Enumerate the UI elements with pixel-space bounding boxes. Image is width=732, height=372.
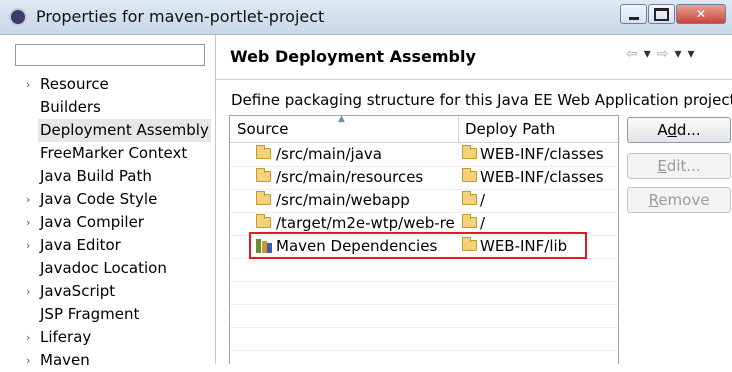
minimize-icon [628, 16, 639, 20]
sidebar: › Resource Builders Deployment Assembly F… [0, 35, 216, 369]
close-button[interactable]: ✕ [676, 4, 726, 24]
table-row-empty [230, 304, 618, 328]
table-row-empty [230, 258, 618, 282]
folder-icon [462, 214, 477, 228]
nav-label: Liferay [40, 328, 92, 346]
column-header-deploy-path[interactable]: Deploy Path [465, 120, 555, 138]
folder-icon [256, 191, 271, 205]
property-tree: › Resource Builders Deployment Assembly F… [0, 73, 215, 372]
nav-item-javascript[interactable]: › JavaScript [0, 280, 215, 303]
nav-label: Java Compiler [40, 213, 144, 231]
deploy-path-cell: / [480, 191, 486, 209]
nav-label: Builders [40, 98, 101, 116]
expand-arrow-icon[interactable]: › [26, 73, 30, 96]
expand-arrow-icon[interactable]: › [26, 326, 30, 349]
filter-input[interactable] [15, 44, 205, 66]
table-header: ▲ Source Deploy Path [230, 116, 618, 143]
folder-icon [256, 168, 271, 182]
page-header: Web Deployment Assembly ⇦ ▾ ⇨ ▾ ▾ [216, 35, 732, 79]
deploy-path-cell: / [480, 214, 486, 232]
nav-item-javadoc-location[interactable]: Javadoc Location [0, 257, 215, 280]
nav-label: JavaScript [40, 282, 116, 300]
nav-item-java-compiler[interactable]: › Java Compiler [0, 211, 215, 234]
maximize-button[interactable] [648, 4, 675, 24]
nav-item-java-build-path[interactable]: Java Build Path [0, 165, 215, 188]
highlight-box [249, 232, 587, 259]
column-header-source[interactable]: Source [237, 120, 289, 138]
expand-arrow-icon[interactable]: › [26, 280, 30, 303]
forward-arrow-icon[interactable]: ⇨ [657, 46, 669, 62]
close-icon: ✕ [695, 7, 707, 21]
folder-icon [256, 214, 271, 228]
deploy-path-cell: WEB-INF/classes [480, 168, 604, 186]
source-cell: /target/m2e-wtp/web-re [276, 214, 455, 232]
nav-label: Deployment Assembly [38, 119, 211, 142]
nav-item-builders[interactable]: Builders [0, 96, 215, 119]
nav-item-java-code-style[interactable]: › Java Code Style [0, 188, 215, 211]
folder-icon [462, 168, 477, 182]
back-arrow-icon[interactable]: ⇦ [626, 46, 638, 62]
nav-label: JSP Fragment [40, 305, 140, 323]
column-divider[interactable] [458, 116, 459, 142]
table-row[interactable]: /src/main/webapp / [230, 189, 618, 213]
nav-label: Resource [40, 75, 109, 93]
deploy-path-cell: WEB-INF/classes [480, 145, 604, 163]
source-cell: /src/main/webapp [276, 191, 410, 209]
nav-item-liferay[interactable]: › Liferay [0, 326, 215, 349]
nav-label: Maven [40, 351, 90, 369]
forward-menu-icon[interactable]: ▾ [675, 46, 682, 62]
nav-item-resource[interactable]: › Resource [0, 73, 215, 96]
nav-label: FreeMarker Context [40, 144, 188, 162]
history-nav: ⇦ ▾ ⇨ ▾ ▾ [626, 46, 701, 62]
folder-icon [462, 145, 477, 159]
table-row-empty [230, 327, 618, 351]
nav-item-jsp-fragment[interactable]: JSP Fragment [0, 303, 215, 326]
table-row[interactable]: /src/main/resources WEB-INF/classes [230, 166, 618, 190]
nav-label: Javadoc Location [40, 259, 167, 277]
source-cell: /src/main/resources [276, 168, 424, 186]
title-bar: Properties for maven-portlet-project ✕ [0, 0, 732, 35]
remove-button[interactable]: Remove [627, 187, 731, 213]
expand-arrow-icon[interactable]: › [26, 188, 30, 211]
nav-label: Java Code Style [40, 190, 158, 208]
source-cell: /src/main/java [276, 145, 382, 163]
header-divider [216, 79, 732, 80]
nav-item-maven[interactable]: › Maven [0, 349, 215, 372]
nav-item-deployment-assembly[interactable]: Deployment Assembly [0, 119, 215, 142]
page-title: Web Deployment Assembly [230, 47, 476, 66]
minimize-button[interactable] [620, 4, 647, 24]
nav-item-freemarker-context[interactable]: FreeMarker Context [0, 142, 215, 165]
edit-button[interactable]: Edit... [627, 153, 731, 179]
eclipse-app-icon [9, 8, 27, 26]
table-row[interactable]: /src/main/java WEB-INF/classes [230, 143, 618, 167]
view-menu-icon[interactable]: ▾ [688, 46, 695, 62]
window-title: Properties for maven-portlet-project [36, 7, 325, 26]
expand-arrow-icon[interactable]: › [26, 349, 30, 372]
maximize-icon [654, 7, 669, 21]
nav-label: Java Build Path [40, 167, 152, 185]
nav-label: Java Editor [40, 236, 121, 254]
expand-arrow-icon[interactable]: › [26, 211, 30, 234]
table-row-empty [230, 281, 618, 305]
folder-icon [256, 145, 271, 159]
nav-item-java-editor[interactable]: › Java Editor [0, 234, 215, 257]
add-button[interactable]: Add... [627, 117, 731, 143]
folder-icon [462, 191, 477, 205]
expand-arrow-icon[interactable]: › [26, 234, 30, 257]
back-menu-icon[interactable]: ▾ [644, 46, 651, 62]
page-description: Define packaging structure for this Java… [231, 91, 732, 109]
sort-ascending-icon: ▲ [338, 115, 345, 124]
